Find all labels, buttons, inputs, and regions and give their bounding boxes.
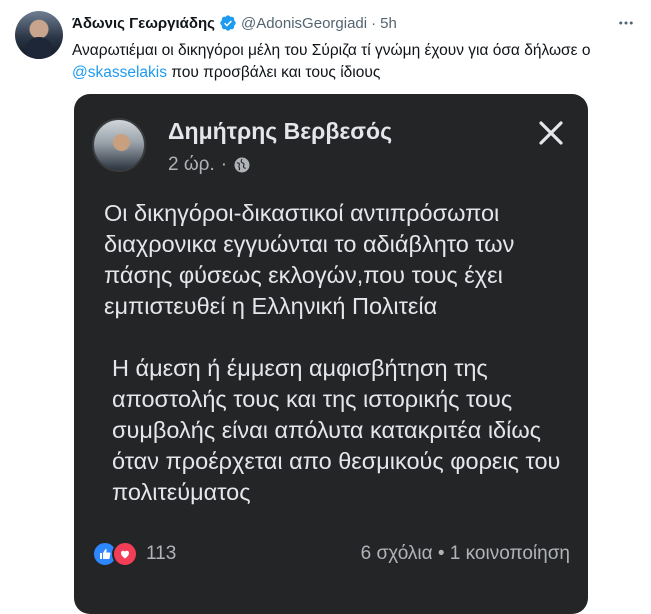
post-paragraph-2: Η άμεση ή έμμεση αμφισβήτηση της αποστολ… bbox=[112, 355, 561, 505]
tweet-text-after: που προσβάλει και τους ίδιους bbox=[166, 64, 381, 81]
tweet-header: Άδωνις Γεωργιάδης @AdonisGeorgiadi · 5h bbox=[72, 12, 397, 34]
love-reaction-icon bbox=[112, 541, 138, 567]
reactions-count: 113 bbox=[146, 543, 177, 564]
separator-dot: · bbox=[371, 14, 377, 32]
author-avatar[interactable] bbox=[15, 11, 63, 59]
more-dots-glyph bbox=[619, 21, 633, 25]
tweet-timestamp[interactable]: 5h bbox=[380, 15, 397, 32]
tweet[interactable]: Άδωνις Γεωργιάδης @AdonisGeorgiadi · 5h … bbox=[0, 0, 651, 614]
post-separator-dot: · bbox=[220, 154, 228, 175]
post-meta: 2 ώρ. · bbox=[168, 154, 251, 176]
globe-icon bbox=[234, 157, 250, 173]
post-paragraph-1: Οι δικηγόροι-δικαστικοί αντιπρόσωποι δια… bbox=[104, 200, 515, 319]
comments-shares-count: 6 σχόλια • 1 κοινοποίηση bbox=[360, 543, 570, 564]
heart-glyph bbox=[121, 550, 129, 559]
tweet-text-before: Αναρωτιέμαι οι δικηγόροι μέλη του Σύριζα… bbox=[72, 42, 591, 59]
post-footer: 113 6 σχόλια • 1 κοινοποίηση bbox=[92, 540, 570, 568]
close-icon bbox=[539, 121, 563, 145]
post-author-name: Δημήτρης Βερβεσός bbox=[168, 118, 393, 144]
post-body: Οι δικηγόροι-δικαστικοί αντιπρόσωποι δια… bbox=[104, 198, 574, 508]
mention-link[interactable]: @skasselakis bbox=[72, 64, 167, 81]
more-dots-icon[interactable] bbox=[615, 12, 637, 34]
verified-badge-icon bbox=[220, 15, 236, 31]
author-name[interactable]: Άδωνις Γεωργιάδης bbox=[72, 15, 215, 32]
embedded-facebook-screenshot[interactable]: Δημήτρης Βερβεσός 2 ώρ. · Οι δικηγόροι-δ… bbox=[74, 94, 588, 614]
author-handle[interactable]: @AdonisGeorgiadi bbox=[241, 15, 367, 32]
post-time: 2 ώρ. bbox=[168, 154, 215, 175]
post-author-avatar bbox=[92, 118, 146, 172]
tweet-text: Αναρωτιέμαι οι δικηγόροι μέλη του Σύριζα… bbox=[72, 40, 638, 84]
thumbs-up-glyph bbox=[100, 549, 111, 559]
